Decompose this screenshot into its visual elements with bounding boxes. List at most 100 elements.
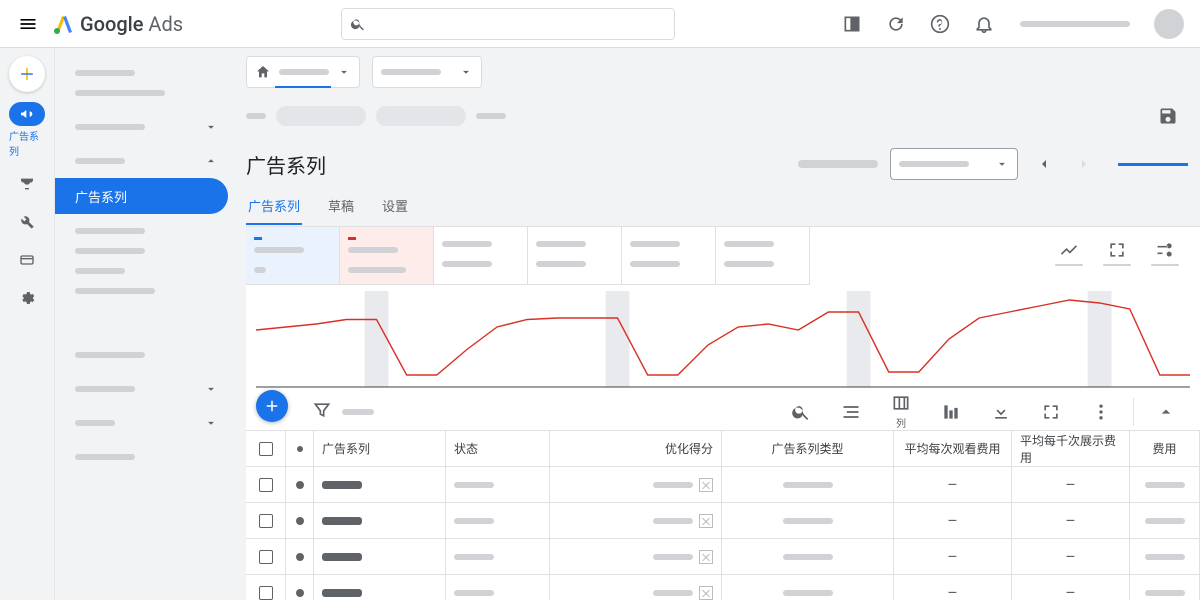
collapse-button[interactable] <box>1142 402 1190 422</box>
col-avg-cpm[interactable]: 平均每千次展示费用 <box>1020 432 1121 466</box>
reports-button[interactable] <box>927 402 975 422</box>
help-button[interactable] <box>920 4 960 44</box>
table-row[interactable]: –– <box>246 466 1200 502</box>
filter-chip[interactable] <box>276 106 366 126</box>
opt-blocked-icon <box>699 514 713 528</box>
table-header-row: 广告系列 状态 优化得分 广告系列类型 平均每次观看费用 平均每千次展示费用 费… <box>246 430 1200 466</box>
scope-bar <box>234 48 1200 96</box>
tab-campaigns[interactable]: 广告系列 <box>246 188 302 225</box>
table-row[interactable]: –– <box>246 502 1200 538</box>
tab-settings[interactable]: 设置 <box>380 188 410 225</box>
table-row[interactable]: –– <box>246 538 1200 574</box>
tab-drafts[interactable]: 草稿 <box>326 188 356 225</box>
search-input[interactable] <box>341 8 675 40</box>
main-menu-button[interactable] <box>8 4 48 44</box>
compare-indicator <box>1118 163 1188 166</box>
nav-rail: 广告系列 <box>0 48 54 600</box>
bar-chart-icon <box>941 402 961 422</box>
chevron-up-icon <box>1156 402 1176 422</box>
campaign-scope-selector[interactable] <box>372 56 482 88</box>
add-campaign-button[interactable] <box>256 390 288 422</box>
columns-button[interactable]: 列 <box>877 393 925 430</box>
save-view-button[interactable] <box>1148 96 1188 136</box>
opt-score-skeleton <box>653 482 693 488</box>
table-row[interactable]: –– <box>246 574 1200 600</box>
page-title: 广告系列 <box>246 150 326 179</box>
date-range-selector[interactable] <box>890 148 1018 180</box>
campaign-name-skeleton <box>322 589 362 597</box>
side-nav: 广告系列 <box>54 48 234 600</box>
more-button[interactable] <box>1077 402 1125 422</box>
rail-goals[interactable] <box>9 168 45 200</box>
cost-skeleton <box>1145 590 1185 596</box>
nav-expandable[interactable] <box>55 110 234 144</box>
row-checkbox[interactable] <box>259 550 273 564</box>
scorecard-row <box>246 226 1200 285</box>
rail-billing[interactable] <box>9 244 45 276</box>
refresh-button[interactable] <box>876 4 916 44</box>
rail-campaigns[interactable]: 广告系列 <box>9 98 45 162</box>
dropdown-icon <box>337 65 351 79</box>
row-checkbox[interactable] <box>259 478 273 492</box>
appearance-toggle[interactable] <box>832 4 872 44</box>
fullscreen-button[interactable] <box>1027 402 1075 422</box>
col-avg-cpv[interactable]: 平均每次观看费用 <box>904 440 1000 457</box>
scorecard[interactable] <box>716 227 810 285</box>
view-tabs: 广告系列 草稿 设置 <box>234 188 1200 226</box>
cpv-value: – <box>947 547 958 566</box>
scorecard[interactable] <box>528 227 622 285</box>
table-search-button[interactable] <box>777 402 825 422</box>
cost-skeleton <box>1145 554 1185 560</box>
account-avatar[interactable] <box>1154 9 1184 39</box>
notifications-button[interactable] <box>964 4 1004 44</box>
campaign-name-skeleton <box>322 481 362 489</box>
select-all-checkbox[interactable] <box>259 442 273 456</box>
status-skeleton <box>454 554 494 560</box>
chart-settings-button[interactable] <box>1144 240 1186 272</box>
nav-skeleton <box>75 70 135 76</box>
rail-admin[interactable] <box>9 282 45 314</box>
date-label-skeleton <box>798 160 878 168</box>
date-prev-button[interactable] <box>1030 150 1058 178</box>
ads-logo-icon <box>52 12 76 36</box>
cpm-value: – <box>1065 475 1076 494</box>
scorecard[interactable] <box>622 227 716 285</box>
col-type[interactable]: 广告系列类型 <box>771 440 843 457</box>
nav-expandable[interactable] <box>55 406 234 440</box>
scorecard-primary[interactable] <box>246 227 340 285</box>
segment-button[interactable] <box>827 402 875 422</box>
opt-score-skeleton <box>653 590 693 596</box>
create-button[interactable] <box>9 56 45 92</box>
col-opt-score[interactable]: 优化得分 <box>665 440 713 457</box>
row-checkbox[interactable] <box>259 586 273 600</box>
download-button[interactable] <box>977 402 1025 422</box>
date-next-button[interactable] <box>1070 150 1098 178</box>
cpv-value: – <box>947 475 958 494</box>
filter-button[interactable] <box>312 400 332 424</box>
expand-icon <box>1107 240 1127 260</box>
col-status[interactable]: 状态 <box>454 440 478 457</box>
nav-expandable[interactable] <box>55 144 234 178</box>
row-checkbox[interactable] <box>259 514 273 528</box>
scorecard-secondary[interactable] <box>340 227 434 285</box>
nav-item-campaigns[interactable]: 广告系列 <box>55 178 228 214</box>
rail-tools[interactable] <box>9 206 45 238</box>
account-scope-selector[interactable] <box>246 56 360 88</box>
cpv-value: – <box>947 583 958 600</box>
nav-skeleton <box>75 454 135 460</box>
cpm-value: – <box>1065 511 1076 530</box>
home-icon <box>255 64 271 80</box>
opt-blocked-icon <box>699 550 713 564</box>
scorecard[interactable] <box>434 227 528 285</box>
filter-chip[interactable] <box>376 106 466 126</box>
chart-toggle-button[interactable] <box>1048 240 1090 272</box>
expand-chart-button[interactable] <box>1096 240 1138 272</box>
col-cost[interactable]: 费用 <box>1152 440 1176 457</box>
chart-svg <box>256 291 1190 391</box>
opt-score-skeleton <box>653 518 693 524</box>
nav-skeleton <box>75 352 145 358</box>
table-toolbar: 列 <box>246 393 1200 430</box>
nav-expandable[interactable] <box>55 372 234 406</box>
col-campaign[interactable]: 广告系列 <box>322 440 370 457</box>
status-dot <box>296 481 304 489</box>
